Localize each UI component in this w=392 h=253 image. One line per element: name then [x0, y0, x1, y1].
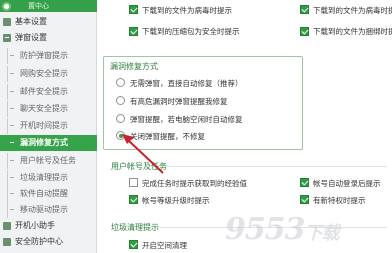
watermark-digits: 9553 — [225, 212, 305, 247]
watermark-logo: 9553下载 — [225, 212, 340, 247]
watermark-tail: 下载 — [304, 223, 340, 244]
